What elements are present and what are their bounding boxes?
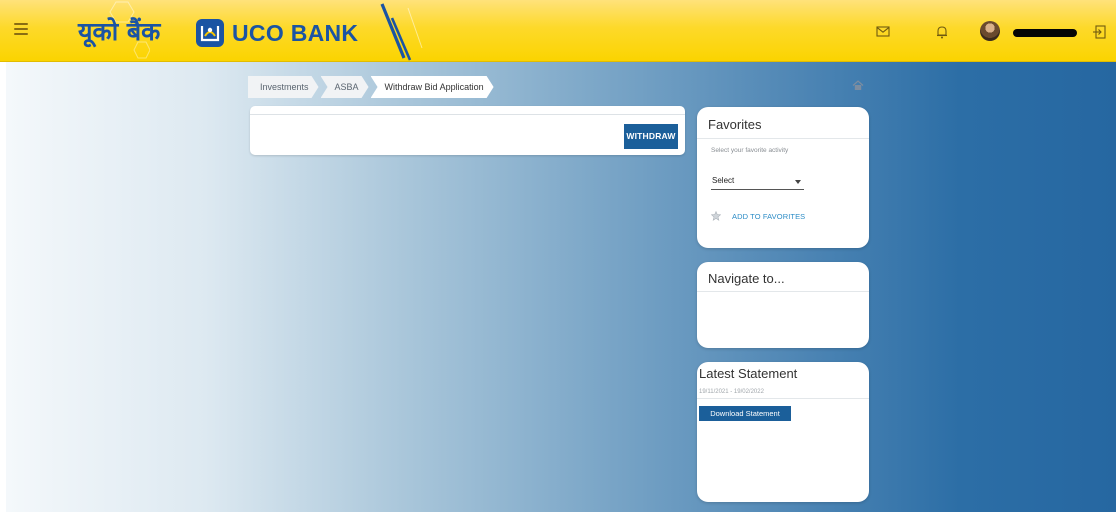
statement-date-range: 19/11/2021 - 19/02/2022: [699, 389, 764, 395]
card-divider: [697, 398, 869, 399]
brand-hindi-logo: यूको बैंक: [78, 17, 161, 46]
add-to-favorites-label: ADD TO FAVORITES: [732, 211, 806, 221]
uco-emblem-icon: [196, 19, 224, 47]
breadcrumb: Investments ASBA Withdraw Bid Applicatio…: [248, 76, 496, 98]
favorite-activity-select[interactable]: Select: [711, 173, 804, 190]
navigate-to-title: Navigate to...: [708, 271, 785, 286]
breadcrumb-investments[interactable]: Investments: [248, 76, 319, 98]
card-divider: [697, 138, 869, 139]
bell-icon[interactable]: [936, 25, 948, 39]
user-avatar[interactable]: [980, 21, 1000, 41]
home-icon[interactable]: [852, 80, 864, 91]
card-divider: [250, 114, 685, 115]
download-statement-button[interactable]: Download Statement: [699, 406, 791, 421]
star-icon: [711, 211, 721, 221]
breadcrumb-withdraw-bid-application: Withdraw Bid Application: [371, 76, 494, 98]
brand-stripes-decoration: [380, 3, 423, 61]
username-redacted: [1013, 29, 1077, 37]
favorites-hint: Select your favorite activity: [711, 147, 789, 154]
chevron-down-icon: [795, 180, 801, 184]
menu-icon[interactable]: [14, 23, 28, 35]
breadcrumb-asba[interactable]: ASBA: [321, 76, 369, 98]
select-value: Select: [712, 176, 735, 185]
logout-icon[interactable]: [1092, 25, 1106, 39]
top-header: यूको बैंक UCO BANK: [0, 0, 1116, 62]
mail-icon[interactable]: [876, 26, 890, 37]
favorites-title: Favorites: [708, 117, 762, 132]
latest-statement-card: Latest Statement 19/11/2021 - 19/02/2022…: [697, 362, 869, 502]
favorites-card: Favorites Select your favorite activity …: [697, 107, 869, 248]
withdraw-bid-card: [250, 106, 685, 155]
brand-english-logo: UCO BANK: [232, 20, 359, 46]
latest-statement-title: Latest Statement: [699, 366, 798, 381]
withdraw-button[interactable]: WITHDRAW: [624, 124, 678, 149]
card-divider: [697, 291, 869, 292]
navigate-to-card: Navigate to...: [697, 262, 869, 348]
add-to-favorites-button[interactable]: ADD TO FAVORITES: [711, 211, 805, 221]
